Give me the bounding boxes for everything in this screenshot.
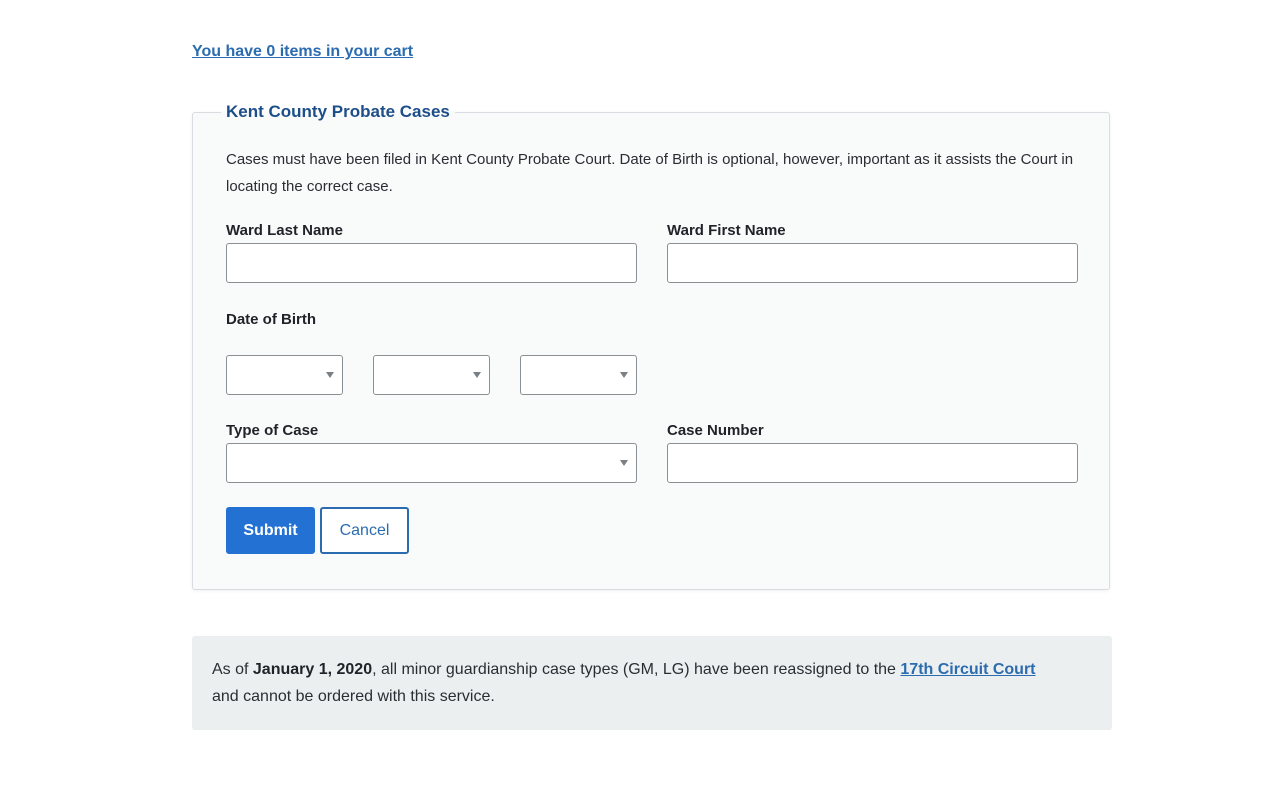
case-number-input[interactable] (667, 443, 1078, 483)
submit-button[interactable]: Submit (226, 507, 315, 554)
dob-month-select[interactable] (226, 355, 343, 395)
page: You have 0 items in your cart Kent Count… (0, 0, 1280, 800)
dob-day-select[interactable] (373, 355, 490, 395)
ward-last-name-input[interactable] (226, 243, 637, 283)
case-number-label: Case Number (667, 422, 764, 439)
caret-down-icon (620, 460, 628, 466)
panel-intro-text: Cases must have been filed in Kent Count… (226, 151, 1074, 195)
notice-prefix: As of (212, 661, 253, 678)
cart-link[interactable]: You have 0 items in your cart (192, 43, 413, 61)
ward-first-name-label: Ward First Name (667, 222, 786, 239)
panel-legend: Kent County Probate Cases (226, 102, 450, 121)
notice-suffix: and cannot be ordered with this service. (212, 688, 495, 705)
date-of-birth-label: Date of Birth (226, 311, 316, 328)
type-of-case-label: Type of Case (226, 422, 319, 439)
ward-first-name-input[interactable] (667, 243, 1078, 283)
dob-year-select[interactable] (520, 355, 637, 395)
notice-date: January 1, 2020 (252, 661, 373, 678)
caret-down-icon (620, 372, 628, 378)
type-of-case-select[interactable] (226, 443, 637, 483)
cancel-button[interactable]: Cancel (320, 507, 409, 554)
caret-down-icon (326, 372, 334, 378)
notice-middle: , all minor guardianship case types (GM,… (372, 661, 901, 678)
caret-down-icon (473, 372, 481, 378)
ward-last-name-label: Ward Last Name (226, 222, 343, 239)
guardianship-notice: As of January 1, 2020, all minor guardia… (192, 636, 1112, 730)
circuit-court-link[interactable]: 17th Circuit Court (900, 661, 1035, 678)
